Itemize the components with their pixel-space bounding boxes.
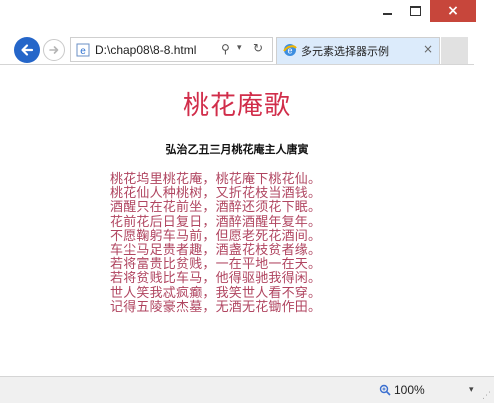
status-bar: 100% ▾ ⋰ <box>0 376 494 403</box>
address-bar[interactable]: e D:\chap08\8-8.html ⚲ ▾ ↻ <box>70 37 273 62</box>
poem-line: 车尘马足贵者趣，酒盏花枝贫者缘。 <box>110 242 322 258</box>
page-subtitle: 弘治乙丑三月桃花庵主人唐寅 <box>165 143 309 156</box>
zoom-control[interactable]: 100% <box>379 383 425 397</box>
maximize-icon <box>409 6 421 16</box>
page-icon: e <box>76 43 90 57</box>
svg-text:e: e <box>287 46 292 56</box>
close-icon: × <box>447 3 459 19</box>
maximize-button[interactable] <box>402 0 428 22</box>
poem-line: 若将贫贱比车马，他得驱驰我得闲。 <box>110 271 322 287</box>
poem-line: 不愿鞠躬车马前，但愿老死花酒间。 <box>110 228 322 244</box>
search-icon[interactable]: ⚲ <box>221 42 230 56</box>
arrow-right-icon <box>49 46 59 54</box>
title-bar: × <box>0 0 494 30</box>
arrow-left-icon <box>21 44 34 56</box>
address-text[interactable]: D:\chap08\8-8.html <box>95 43 196 57</box>
poem-line: 酒醒只在花前坐，酒醉还须花下眠。 <box>110 200 322 216</box>
forward-button[interactable] <box>43 39 65 61</box>
ie-icon: e <box>283 44 297 56</box>
navigation-bar: e D:\chap08\8-8.html ⚲ ▾ ↻ e 多元素选择器示例 × <box>0 30 494 64</box>
back-button[interactable] <box>14 37 40 63</box>
close-button[interactable]: × <box>430 0 476 22</box>
address-dropdown-icon[interactable]: ▾ <box>237 43 242 53</box>
window-bottom-edge <box>0 403 494 417</box>
resize-grip-icon[interactable]: ⋰ <box>482 391 491 401</box>
new-tab-button[interactable] <box>441 37 468 64</box>
poem-line: 花前花后日复日，酒醉酒醒年复年。 <box>110 214 322 230</box>
svg-text:e: e <box>80 46 86 57</box>
minimize-icon <box>382 13 392 15</box>
page-content: 桃花庵歌 弘治乙丑三月桃花庵主人唐寅 桃花坞里桃花庵，桃花庵下桃花仙。 桃花仙人… <box>0 64 474 377</box>
poem-line: 记得五陵豪杰墓，无酒无花锄作田。 <box>110 299 322 315</box>
zoom-icon <box>379 384 391 396</box>
poem-line: 世人笑我忒疯癫，我笑世人看不穿。 <box>110 285 322 301</box>
zoom-level: 100% <box>394 383 425 397</box>
refresh-icon[interactable]: ↻ <box>253 41 263 55</box>
minimize-button[interactable] <box>374 0 400 22</box>
scrollbar[interactable] <box>474 64 494 376</box>
browser-window: × e D:\chap08\8-8.html ⚲ ▾ ↻ e 多元素选择器示例 … <box>0 0 494 417</box>
tab-close-icon[interactable]: × <box>423 42 433 56</box>
tab-active[interactable]: e 多元素选择器示例 × <box>276 37 440 64</box>
poem: 桃花坞里桃花庵，桃花庵下桃花仙。 桃花仙人种桃树，又折花枝当酒钱。 酒醒只在花前… <box>110 172 370 315</box>
tab-title: 多元素选择器示例 <box>301 45 389 58</box>
zoom-dropdown-icon[interactable]: ▾ <box>469 385 474 395</box>
page-title: 桃花庵歌 <box>182 91 291 121</box>
